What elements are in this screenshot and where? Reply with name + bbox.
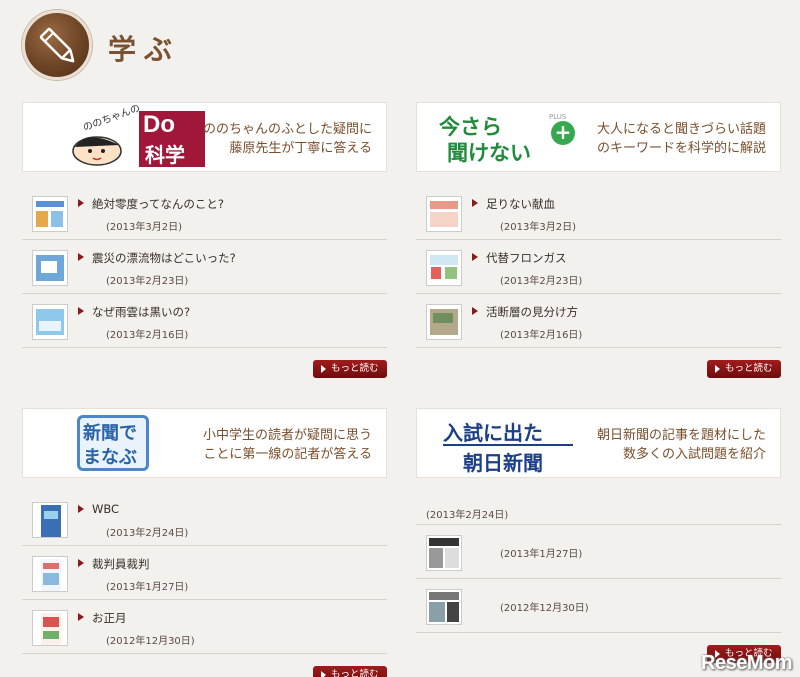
article-title[interactable]: WBC: [77, 502, 119, 516]
article-thumbnail: [426, 535, 462, 571]
article-date: (2013年2月24日): [426, 510, 509, 521]
article-date: (2013年2月16日): [106, 330, 189, 341]
banner-imasara[interactable]: 今さら 聞けない PLUS + 大人になると聞きづらい話題 のキーワードを科学的…: [416, 102, 781, 172]
list-item[interactable]: 裁判員裁判 (2013年1月27日): [22, 546, 387, 600]
article-date: (2013年3月2日): [106, 222, 182, 233]
list-item[interactable]: 活断層の見分け方 (2013年2月16日): [416, 294, 781, 348]
section-header: 学ぶ: [22, 10, 322, 82]
article-thumbnail: [32, 304, 68, 340]
imasara-logo: 今さら 聞けない PLUS +: [439, 111, 599, 167]
article-title[interactable]: 震災の漂流物はどこいった?: [78, 250, 236, 266]
nyushi-logo: 入試に出た 朝日新聞: [443, 417, 583, 475]
article-title[interactable]: 代替フロンガス: [472, 250, 567, 266]
article-title[interactable]: 足りない献血: [472, 196, 555, 212]
article-thumbnail: [426, 196, 462, 232]
article-date: (2013年2月16日): [500, 330, 583, 341]
read-more-button[interactable]: もっと読む: [707, 360, 781, 378]
banner-description: 朝日新聞の記事を題材にした 数多くの入試問題を紹介: [596, 428, 766, 462]
read-more-button[interactable]: もっと読む: [313, 666, 387, 677]
list-item[interactable]: 足りない献血 (2013年3月2日): [416, 186, 781, 240]
article-thumbnail: [32, 250, 68, 286]
banner-description: ののちゃんのふとした疑問に 藤原先生が丁寧に答える: [202, 122, 372, 156]
article-date: (2013年3月2日): [500, 222, 576, 233]
banner-nyushi[interactable]: 入試に出た 朝日新聞 朝日新聞の記事を題材にした 数多くの入試問題を紹介: [416, 408, 781, 478]
article-thumbnail: [32, 502, 68, 538]
article-title[interactable]: お正月: [78, 610, 127, 626]
article-title[interactable]: 裁判員裁判: [78, 556, 150, 572]
list-item[interactable]: なぜ雨雲は黒いの? (2013年2月16日): [22, 294, 387, 348]
article-date: (2013年1月27日): [106, 582, 189, 593]
list-item[interactable]: 代替フロンガス (2013年2月23日): [416, 240, 781, 294]
article-title[interactable]: なぜ雨雲は黒いの?: [77, 304, 190, 320]
article-list: (2013年1月27日) (2012年12月30日): [416, 525, 781, 633]
nono-character-icon: [67, 125, 127, 166]
article-title[interactable]: 絶対零度ってなんのこと?: [77, 196, 224, 212]
do-kagaku-logo-box: Do 科学: [139, 111, 205, 167]
do-kagaku-logo: ののちゃんの Do 科学: [67, 103, 207, 169]
shinbun-logo: 新聞で まなぶ: [77, 415, 157, 473]
article-thumbnail: [32, 196, 68, 232]
article-date: (2013年2月23日): [500, 276, 583, 287]
article-thumbnail: [426, 589, 462, 625]
article-thumbnail: [32, 610, 68, 646]
article-list: 絶対零度ってなんのこと? (2013年3月2日) 震災の漂流物はどこいった? (…: [22, 186, 387, 348]
article-date: (2013年2月23日): [106, 276, 189, 287]
pencil-icon: [22, 10, 92, 80]
article-date: (2012年12月30日): [500, 603, 589, 614]
article-thumbnail: [426, 250, 462, 286]
list-item[interactable]: WBC (2013年2月24日): [22, 492, 387, 546]
banner-description: 大人になると聞きづらい話題 のキーワードを科学的に解説: [596, 122, 766, 156]
banner-shinbun[interactable]: 新聞で まなぶ 小中学生の読者が疑問に思う ことに第一線の記者が答える: [22, 408, 387, 478]
article-list: 足りない献血 (2013年3月2日) 代替フロンガス (2013年2月23日) …: [416, 186, 781, 348]
article-date: (2013年1月27日): [500, 549, 583, 560]
article-title[interactable]: 活断層の見分け方: [472, 304, 578, 320]
resemom-watermark: ReseMom: [701, 652, 792, 674]
banner-description: 小中学生の読者が疑問に思う ことに第一線の記者が答える: [202, 428, 372, 462]
article-date: (2013年2月24日): [106, 528, 189, 539]
banner-do-kagaku[interactable]: ののちゃんの Do 科学 ののちゃんのふとした疑問に 藤原先生が丁寧に答える: [22, 102, 387, 172]
article-thumbnail: [426, 304, 462, 340]
list-item[interactable]: 震災の漂流物はどこいった? (2013年2月23日): [22, 240, 387, 294]
article-date: (2012年12月30日): [106, 636, 195, 647]
article-thumbnail: [32, 556, 68, 592]
article-list: WBC (2013年2月24日) 裁判員裁判 (2013年1月27日) お正月 …: [22, 492, 387, 654]
list-item[interactable]: (2013年1月27日): [416, 525, 781, 579]
read-more-button[interactable]: もっと読む: [313, 360, 387, 378]
list-item[interactable]: 絶対零度ってなんのこと? (2013年3月2日): [22, 186, 387, 240]
plus-icon: +: [551, 121, 575, 145]
page-title: 学ぶ: [108, 33, 181, 66]
list-item[interactable]: お正月 (2012年12月30日): [22, 600, 387, 654]
list-item[interactable]: (2012年12月30日): [416, 579, 781, 633]
